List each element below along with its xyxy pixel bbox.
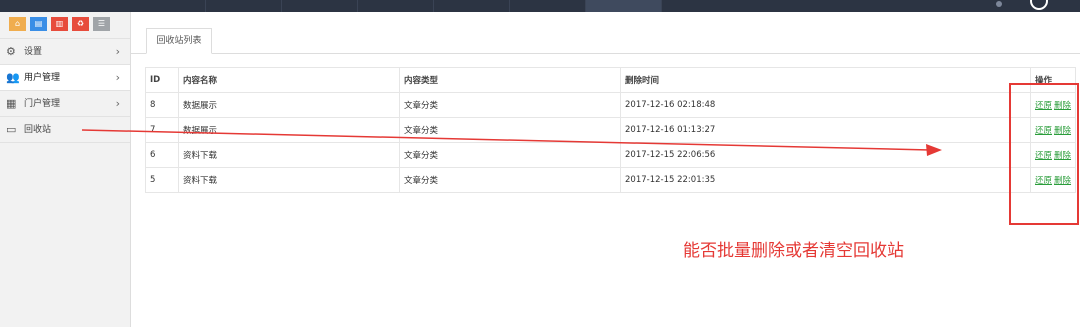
annotation-arrow (81, 129, 942, 156)
annotation-text: 能否批量删除或者清空回收站 (683, 241, 904, 261)
annotation-highlight-box (1009, 83, 1079, 225)
